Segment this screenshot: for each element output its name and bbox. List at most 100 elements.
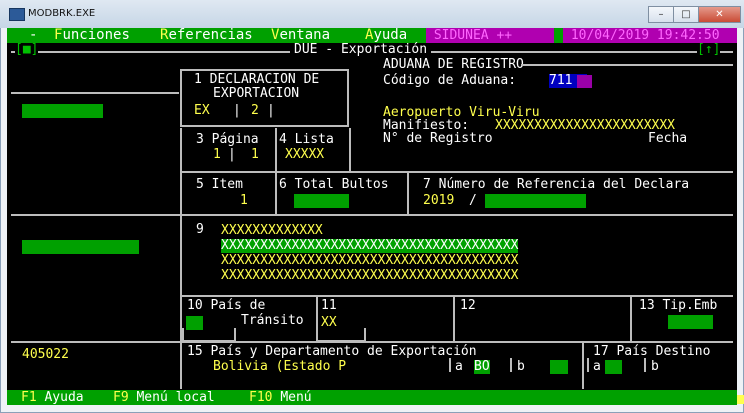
datetime-label: 10/04/2019 19:42:50 xyxy=(570,28,720,43)
box-17-a-label: a xyxy=(593,359,601,374)
fecha-label: Fecha xyxy=(648,131,688,146)
frame-title: DUE - Exportación xyxy=(290,43,432,57)
box-10-label-1: 10 País de xyxy=(187,298,266,313)
box-17-left-border xyxy=(582,341,584,389)
menu-funciones[interactable]: Funciones xyxy=(54,28,130,43)
box-13-input[interactable] xyxy=(668,315,713,329)
console-area: - Funciones Referencias Ventana Ayuda SI… xyxy=(7,28,737,405)
status-f1[interactable]: F1 Ayuda xyxy=(21,391,84,405)
box-10-input[interactable] xyxy=(186,316,203,330)
box-6-input[interactable] xyxy=(294,194,349,208)
status-f9[interactable]: F9 Menú local xyxy=(113,391,215,405)
menu-ventana[interactable]: Ventana xyxy=(271,28,330,43)
row-3-left-border xyxy=(180,128,182,172)
box-3-value-b[interactable]: 1 xyxy=(251,148,259,162)
row-15-top-border xyxy=(11,341,733,343)
aduana-header: ADUANA DE REGISTRO xyxy=(383,57,524,72)
box-3-label: 3 Página xyxy=(196,132,259,147)
box-17-a-sep xyxy=(587,358,589,372)
menu-referencias[interactable]: Referencias xyxy=(160,28,253,43)
box-11-value[interactable]: XX xyxy=(321,316,337,330)
box-10-label-2: Tránsito xyxy=(241,313,304,328)
title-bar[interactable] xyxy=(0,0,744,28)
box-15-b-label: b xyxy=(517,359,525,374)
box-7-input[interactable] xyxy=(485,194,586,208)
box-7-label: 7 Número de Referencia del Declara xyxy=(423,177,690,192)
box-9-line-2[interactable]: XXXXXXXXXXXXXXXXXXXXXXXXXXXXXXXXXXXXXX xyxy=(221,239,519,253)
f1-key: F1 xyxy=(21,390,37,405)
box-9-line-1[interactable]: XXXXXXXXXXXXX xyxy=(221,224,323,238)
left-field-2[interactable] xyxy=(22,240,139,254)
box-9-line-4[interactable]: XXXXXXXXXXXXXXXXXXXXXXXXXXXXXXXXXXXXXX xyxy=(221,269,518,283)
box-15-a-sep xyxy=(449,358,451,372)
box-7-slash: / xyxy=(469,193,477,208)
date-time: 10/04/2019 19:42:50 xyxy=(563,28,737,43)
box-9-line-3[interactable]: XXXXXXXXXXXXXXXXXXXXXXXXXXXXXXXXXXXXXX xyxy=(221,254,518,268)
aduana-codigo-cursor xyxy=(577,75,592,88)
box-15-left-border xyxy=(180,341,182,389)
box-13-label: 13 Tip.Emb xyxy=(639,298,718,313)
aduana-header-line xyxy=(521,64,733,66)
box-1-num[interactable]: 2 xyxy=(251,104,259,118)
status-f10[interactable]: F10 Menú xyxy=(249,391,312,405)
box-15-a-value[interactable]: BO xyxy=(474,360,490,374)
resize-grip[interactable] xyxy=(737,395,744,404)
menu-dash: - xyxy=(29,28,38,43)
box-15-value[interactable]: Bolivia (Estado P xyxy=(213,360,346,374)
system-name: SIDUNEA ++ xyxy=(426,28,554,43)
box-15-label: 15 País y Departamento de Exportación xyxy=(187,344,477,359)
box-4-value[interactable]: XXXXX xyxy=(285,148,324,162)
row-5-left-border xyxy=(180,171,182,215)
system-label: SIDUNEA ++ xyxy=(433,28,513,43)
left-code: 405022 xyxy=(22,347,69,362)
box-5-label: 5 Item xyxy=(196,177,243,192)
f1-label: Ayuda xyxy=(44,390,84,405)
app-icon xyxy=(9,8,25,21)
f9-label: Menú local xyxy=(136,390,215,405)
box-5-6-divider xyxy=(275,171,277,215)
box-15-b-sep xyxy=(510,358,512,372)
box-4-right-border xyxy=(349,128,351,172)
minimize-button[interactable]: – xyxy=(648,6,674,23)
row-10-top-border xyxy=(180,295,733,297)
menu-label: eferencias xyxy=(168,28,253,43)
box-10-bracket-right xyxy=(234,328,236,342)
aduana-codigo-label: Código de Aduana: xyxy=(383,73,517,88)
box-3-value-a[interactable]: 1 xyxy=(213,148,221,162)
box-11-bracket-right xyxy=(364,328,366,342)
box-6-label: 6 Total Bultos xyxy=(279,177,389,192)
box-15-b-input[interactable] xyxy=(550,360,568,374)
row-5-top-border xyxy=(180,171,733,173)
box-4-label: 4 Lista xyxy=(279,132,334,147)
box-3-4-divider xyxy=(275,128,277,172)
menu-ayuda[interactable]: Ayuda xyxy=(365,28,407,43)
box-7-year[interactable]: 2019 xyxy=(423,194,454,208)
registro-label: N° de Registro xyxy=(383,131,493,146)
maximize-button[interactable]: □ xyxy=(673,6,699,23)
box-13-left-border xyxy=(630,295,632,342)
box-17-a-input[interactable] xyxy=(605,360,622,374)
left-field-1[interactable] xyxy=(22,104,103,118)
box-1-ex[interactable]: EX xyxy=(194,104,210,118)
close-button[interactable]: ✕ xyxy=(698,6,741,23)
f10-key: F10 xyxy=(249,390,273,405)
menu-label: unciones xyxy=(62,28,130,43)
box-6-7-divider xyxy=(407,171,409,215)
frame-left-marker[interactable]: [■] xyxy=(15,43,39,57)
box-1-label-1: 1 DECLARACION DE xyxy=(194,72,320,87)
box-11-label: 11 xyxy=(321,298,337,313)
box-12-label: 12 xyxy=(460,298,476,313)
box-11-left-border xyxy=(316,295,318,342)
menu-label: entana xyxy=(279,28,331,43)
box-1-sep-1: | xyxy=(233,103,241,118)
menu-label: yuda xyxy=(373,28,408,43)
row-divider-2 xyxy=(11,214,733,216)
window-title: MODBRK.EXE xyxy=(28,8,96,19)
box-5-value[interactable]: 1 xyxy=(240,194,248,208)
box-9-left-border xyxy=(180,214,182,296)
box-9-label: 9 xyxy=(196,222,204,237)
box-1-label-2: EXPORTACION xyxy=(213,86,300,101)
frame-right-marker[interactable]: [↑] xyxy=(697,43,721,57)
aduana-codigo-value: 711 xyxy=(549,73,573,88)
box-17-label: 17 País Destino xyxy=(593,344,711,359)
